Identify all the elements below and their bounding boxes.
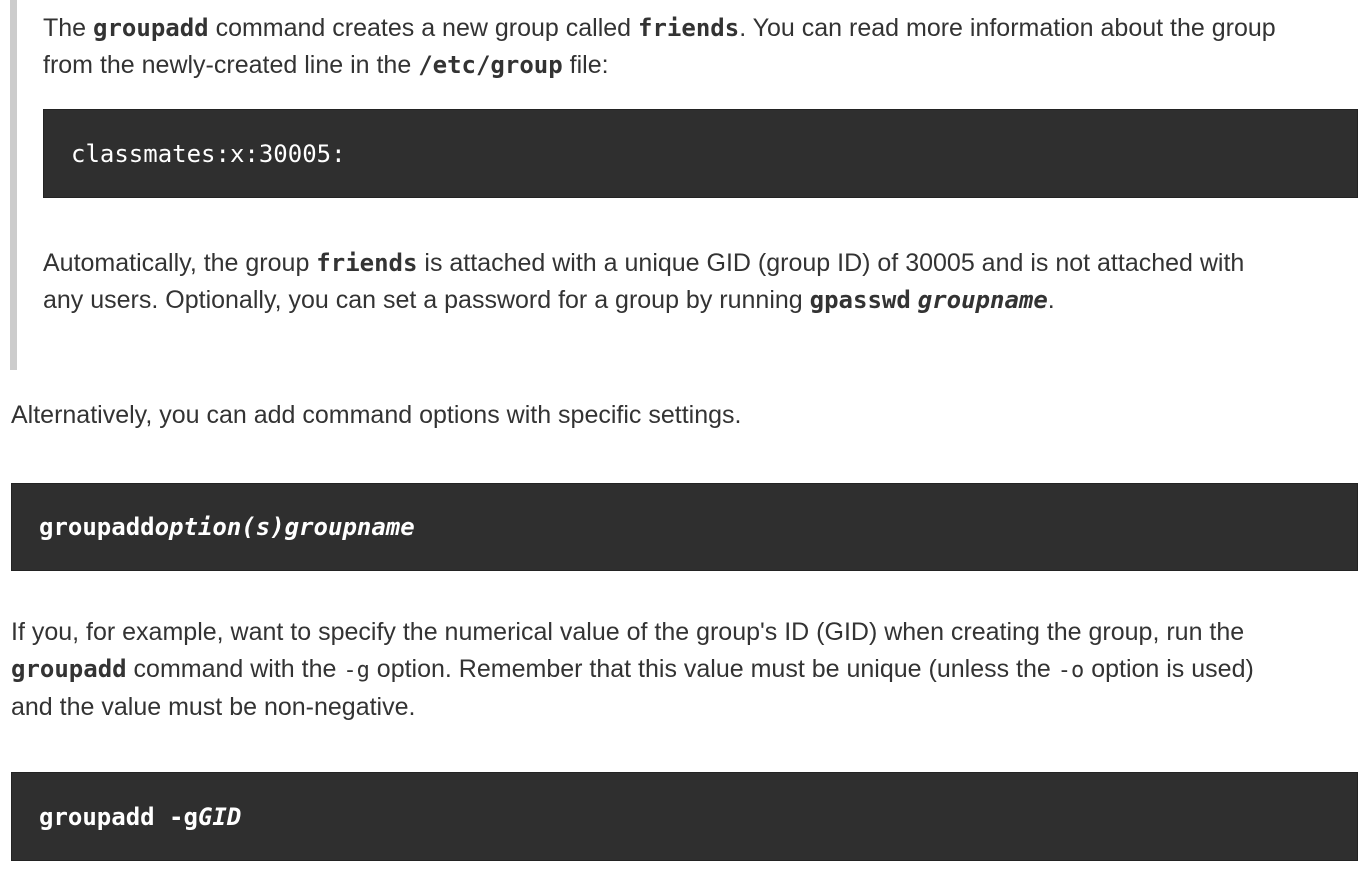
text: . You can read more information about th… <box>739 14 1276 42</box>
inline-code-etc-group: /etc/group <box>418 51 563 79</box>
inline-code-groupadd: groupadd <box>11 655 127 683</box>
code-text: classmates:x:30005: <box>71 139 346 168</box>
text: command with the <box>126 655 344 683</box>
code-block-groupadd-gid: groupadd -g GID <box>11 772 1358 861</box>
inline-code-friends: friends <box>638 14 740 42</box>
code-block-group-line: classmates:x:30005: <box>43 109 1358 198</box>
inline-code-friends: friends <box>316 249 418 277</box>
text: is attached with a unique GID (group ID)… <box>417 249 1245 277</box>
code-block-groupadd-syntax: groupadd option(s) groupname <box>11 483 1358 571</box>
inline-code-groupname: groupname <box>917 286 1048 314</box>
text: . <box>1047 286 1055 314</box>
text: Automatically, the group <box>43 249 317 277</box>
inline-code-o-option: -o <box>1057 658 1085 683</box>
text: The <box>43 14 94 42</box>
code-arg-gid: GID <box>197 802 242 831</box>
paragraph-gid-info: Automatically, the group friends is atta… <box>43 245 1244 319</box>
paragraph-groupadd-intro: The groupadd command creates a new group… <box>43 10 1276 84</box>
code-arg-groupname: groupname <box>284 513 415 541</box>
text: option is used) <box>1084 655 1254 683</box>
code-command: groupadd <box>39 513 155 541</box>
text: file: <box>562 51 609 79</box>
text: Alternatively, you can add command optio… <box>11 401 742 429</box>
paragraph-gid-option: If you, for example, want to specify the… <box>11 614 1254 726</box>
inline-code-gpasswd: gpasswd <box>809 286 911 314</box>
inline-code-g-option: -g <box>343 658 370 683</box>
inline-code-groupadd: groupadd <box>93 14 209 42</box>
text: option. Remember that this value must be… <box>369 655 1058 683</box>
code-command: groupadd -g <box>39 802 198 831</box>
text: If you, for example, want to specify the… <box>11 618 1245 646</box>
paragraph-alternatively: Alternatively, you can add command optio… <box>11 397 741 434</box>
text: from the newly-created line in the <box>43 51 419 79</box>
text: and the value must be non-negative. <box>11 693 416 721</box>
text: any users. Optionally, you can set a pas… <box>43 286 810 314</box>
code-arg-options: option(s) <box>154 513 285 541</box>
text: command creates a new group called <box>208 14 639 42</box>
